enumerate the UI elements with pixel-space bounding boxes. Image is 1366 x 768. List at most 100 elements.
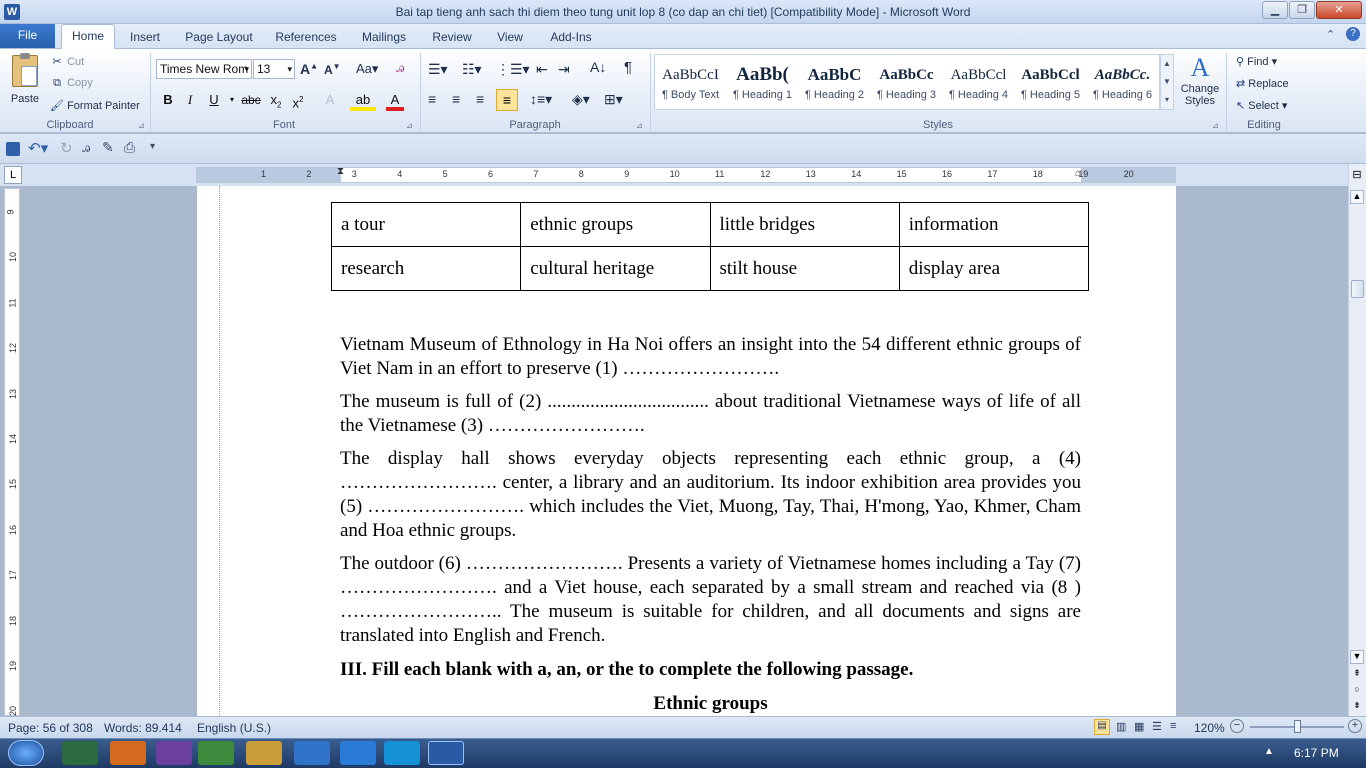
underline-button[interactable]: U xyxy=(204,91,224,109)
replace-button[interactable]: ⇄ Replace xyxy=(1236,77,1289,90)
next-page-icon[interactable]: ⇟ xyxy=(1350,700,1364,711)
font-color-icon[interactable]: A xyxy=(386,91,404,111)
shrink-font-icon[interactable]: A▼ xyxy=(324,62,341,77)
clear-formatting-icon[interactable]: ꭿ xyxy=(396,59,404,76)
print-preview-icon[interactable]: ⎙ xyxy=(124,139,135,156)
print-layout-icon[interactable]: ▤ xyxy=(1094,719,1110,735)
outline-icon[interactable]: ☰ xyxy=(1152,720,1162,733)
text-effects-icon[interactable]: A xyxy=(320,91,340,109)
vertical-scrollbar[interactable]: ⊟ ▲ ▼ ⇞ ○ ⇟ xyxy=(1348,164,1366,716)
word-count[interactable]: Words: 89.414 xyxy=(104,721,182,735)
decrease-indent-icon[interactable]: ⇤ xyxy=(536,61,548,78)
taskbar-skype-icon[interactable] xyxy=(384,741,420,765)
edit-icon[interactable]: ✎ xyxy=(102,139,114,156)
style-heading-3[interactable]: AaBbCc ¶ Heading 3 xyxy=(871,55,942,109)
sort-icon[interactable]: A↓ xyxy=(590,59,606,75)
font-launcher-icon[interactable]: ⊿ xyxy=(406,121,413,130)
customize-qat-icon[interactable]: ▾ xyxy=(150,141,155,152)
tab-selector[interactable]: L xyxy=(4,166,22,184)
save-icon[interactable] xyxy=(6,142,20,156)
style-heading-6[interactable]: AaBbCc. ¶ Heading 6 xyxy=(1087,55,1158,109)
bullets-icon[interactable]: ☰▾ xyxy=(428,61,448,78)
zoom-slider-thumb[interactable] xyxy=(1294,720,1301,733)
change-case-icon[interactable]: Aa▾ xyxy=(356,61,378,77)
format-painter-button[interactable]: 🖌 Format Painter xyxy=(50,99,140,112)
select-button[interactable]: ↖ Select ▾ xyxy=(1236,99,1287,112)
close-button[interactable]: ✕ xyxy=(1316,1,1362,19)
view-ruler-icon[interactable]: ⊟ xyxy=(1350,168,1364,184)
tab-references[interactable]: References xyxy=(270,28,342,48)
scroll-up-button[interactable]: ▲ xyxy=(1350,190,1364,204)
style-heading-2[interactable]: AaBbC ¶ Heading 2 xyxy=(799,55,870,109)
find-button[interactable]: ⚲ Find ▾ xyxy=(1236,55,1277,68)
zoom-level[interactable]: 120% xyxy=(1194,721,1225,735)
clipboard-launcher-icon[interactable]: ⊿ xyxy=(138,121,145,130)
subscript-button[interactable]: x2 xyxy=(266,91,286,110)
copy-button[interactable]: ⧉ Copy xyxy=(50,77,93,90)
tab-add-ins[interactable]: Add-Ins xyxy=(542,28,600,48)
style-heading-5[interactable]: AaBbCcl ¶ Heading 5 xyxy=(1015,55,1086,109)
show-hidden-icons-icon[interactable]: ▲ xyxy=(1264,746,1274,757)
tab-home[interactable]: Home xyxy=(61,24,115,49)
spelling-icon[interactable]: ꭿ xyxy=(82,139,90,156)
tab-mailings[interactable]: Mailings xyxy=(354,28,414,48)
superscript-button[interactable]: x2 xyxy=(288,91,308,110)
multilevel-list-icon[interactable]: ⋮☰▾ xyxy=(496,61,530,78)
start-button[interactable] xyxy=(8,740,44,766)
tab-view[interactable]: View xyxy=(490,28,530,48)
grow-font-icon[interactable]: A▲ xyxy=(300,61,318,77)
previous-page-icon[interactable]: ⇞ xyxy=(1350,668,1364,679)
justify-button[interactable]: ≡ xyxy=(496,89,518,111)
line-spacing-icon[interactable]: ↕≡▾ xyxy=(530,91,552,108)
collapse-ribbon-icon[interactable]: ⌃ xyxy=(1326,28,1335,41)
clock[interactable]: 6:17 PM xyxy=(1294,746,1339,760)
style-heading-4[interactable]: AaBbCcl ¶ Heading 4 xyxy=(943,55,1014,109)
change-styles-button[interactable]: A Change Styles xyxy=(1178,53,1222,117)
bold-button[interactable]: B xyxy=(158,91,178,109)
help-icon[interactable]: ? xyxy=(1346,27,1360,41)
tab-file[interactable]: File xyxy=(0,24,55,48)
taskbar-ie-icon[interactable] xyxy=(294,741,330,765)
taskbar-chrome-icon[interactable] xyxy=(198,741,234,765)
paste-button[interactable]: Paste xyxy=(6,53,44,119)
cut-button[interactable]: ✂ Cut xyxy=(50,55,84,68)
taskbar-word-icon[interactable] xyxy=(428,741,464,765)
select-browse-object-icon[interactable]: ○ xyxy=(1350,684,1364,694)
page-count[interactable]: Page: 56 of 308 xyxy=(8,721,93,735)
style-body-text[interactable]: AaBbCcI ¶ Body Text xyxy=(655,55,726,109)
tab-review[interactable]: Review xyxy=(426,28,478,48)
indent-marker-icon[interactable]: ⧗ xyxy=(337,166,344,177)
font-name-combo[interactable]: Times New Rom ▾ xyxy=(156,59,252,79)
shading-icon[interactable]: ◈▾ xyxy=(572,91,590,108)
italic-button[interactable]: I xyxy=(180,91,200,109)
zoom-out-icon[interactable]: − xyxy=(1230,719,1244,733)
highlight-color-icon[interactable]: ab xyxy=(350,91,376,111)
scroll-down-button[interactable]: ▼ xyxy=(1350,650,1364,664)
paragraph-launcher-icon[interactable]: ⊿ xyxy=(636,121,643,130)
styles-scroll[interactable]: ▲ ▼ ▾ xyxy=(1160,54,1174,110)
tab-page-layout[interactable]: Page Layout xyxy=(180,28,258,48)
borders-icon[interactable]: ⊞▾ xyxy=(604,91,623,108)
tab-insert[interactable]: Insert xyxy=(122,28,168,48)
taskbar-visual-studio-icon[interactable] xyxy=(156,741,192,765)
align-center-icon[interactable]: ≡ xyxy=(452,91,460,107)
styles-launcher-icon[interactable]: ⊿ xyxy=(1212,121,1219,130)
numbering-icon[interactable]: ☷▾ xyxy=(462,61,482,78)
horizontal-ruler[interactable]: ⧗ ⌂ 1 2 3 4 5 6 7 8 9 10 11 12 13 14 15 16 17 18 19 20 xyxy=(196,166,1176,183)
scroll-thumb[interactable] xyxy=(1351,280,1364,298)
maximize-button[interactable]: ❐ xyxy=(1289,1,1315,19)
taskbar-zoom-icon[interactable] xyxy=(340,741,376,765)
language-indicator[interactable]: English (U.S.) xyxy=(197,721,271,735)
redo-icon[interactable]: ↻ xyxy=(60,139,73,157)
full-screen-reading-icon[interactable]: ▥ xyxy=(1116,720,1126,733)
strikethrough-button[interactable]: abc xyxy=(238,91,264,109)
undo-icon[interactable]: ↶▾ xyxy=(28,139,48,157)
web-layout-icon[interactable]: ▦ xyxy=(1134,720,1144,733)
style-heading-1[interactable]: AaBb(¶ Heading 1 xyxy=(727,55,798,109)
taskbar-explorer-icon[interactable] xyxy=(246,741,282,765)
zoom-in-icon[interactable]: + xyxy=(1348,719,1362,733)
font-size-combo[interactable]: 13 ▾ xyxy=(253,59,295,79)
align-right-icon[interactable]: ≡ xyxy=(476,91,484,107)
minimize-button[interactable]: ▁ xyxy=(1262,1,1288,19)
taskbar-media-icon[interactable] xyxy=(110,741,146,765)
